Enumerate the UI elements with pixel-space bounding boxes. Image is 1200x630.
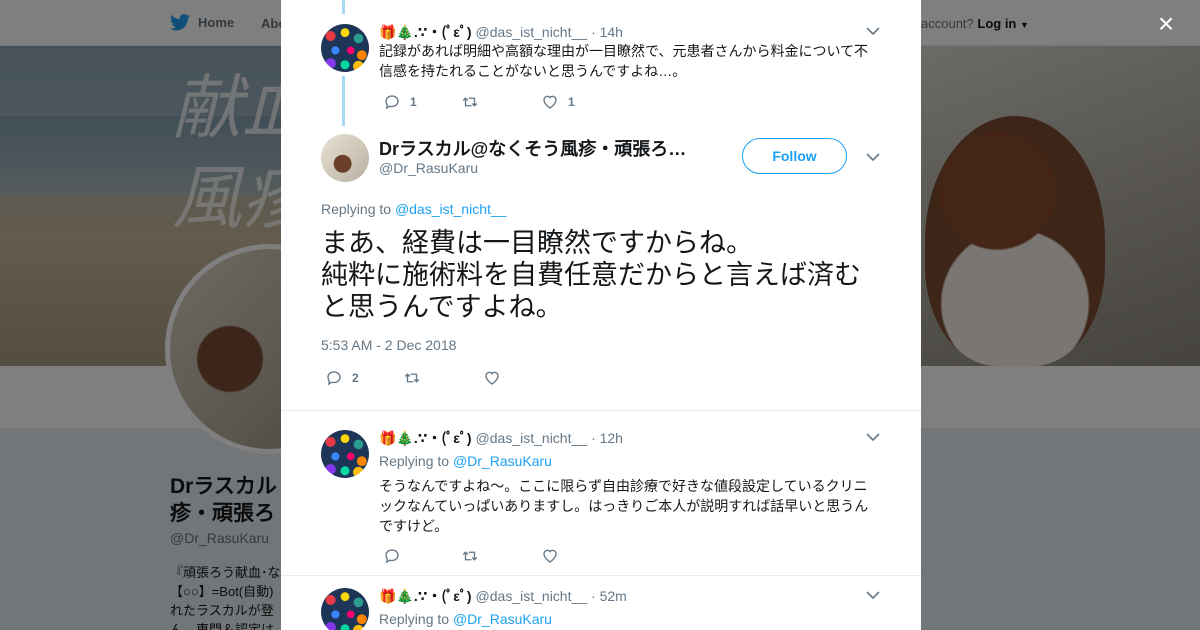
- tweet-header: 🎁🎄.∵・(ﾟεﾟ) @das_ist_nicht__ · 52m: [379, 586, 627, 606]
- tweet-author-handle[interactable]: @das_ist_nicht__: [476, 588, 588, 604]
- tweet-header: 🎁🎄.∵・(ﾟεﾟ) @das_ist_nicht__ · 12h: [379, 428, 623, 448]
- reply-button[interactable]: 2: [325, 369, 403, 387]
- reply-count: 2: [352, 371, 359, 385]
- retweet-icon: [404, 373, 420, 383]
- tweet-author-name[interactable]: 🎁🎄.∵・(ﾟεﾟ): [379, 586, 472, 606]
- close-icon[interactable]: ×: [1153, 10, 1179, 38]
- replying-to: Replying to @Dr_RasuKaru: [379, 453, 552, 469]
- chevron-down-icon[interactable]: [865, 149, 881, 165]
- tweet-text: そうなんですよね～。ここに限らず自由診療で好きな値段設定しているクリニックなんて…: [379, 478, 869, 534]
- replying-prefix: Replying to: [379, 611, 450, 627]
- chevron-down-icon[interactable]: [865, 429, 881, 445]
- avatar[interactable]: [321, 134, 369, 182]
- tweet-author-handle[interactable]: @das_ist_nicht__: [476, 430, 588, 446]
- tweet-modal: 🎁🎄.∵・(ﾟεﾟ) @das_ist_nicht__ · 14h 記録があれば…: [281, 0, 921, 630]
- follow-button[interactable]: Follow: [742, 138, 847, 174]
- retweet-button[interactable]: [403, 369, 483, 387]
- replying-prefix: Replying to: [321, 201, 392, 217]
- like-button[interactable]: [483, 369, 510, 387]
- tweet-timestamp[interactable]: · 52m: [591, 588, 627, 604]
- heart-icon: [543, 549, 557, 563]
- reply-icon: [385, 549, 399, 564]
- tweet-reply[interactable]: 🎁🎄.∵・(ﾟεﾟ) @das_ist_nicht__ · 12h Replyi…: [281, 410, 921, 575]
- replying-to: Replying to @das_ist_nicht__: [321, 201, 506, 217]
- tweet-main: Drラスカル@なくそう風疹・頑張ろ… @Dr_RasuKaru Follow R…: [281, 0, 921, 410]
- replying-prefix: Replying to: [379, 453, 450, 469]
- retweet-button[interactable]: [461, 547, 541, 565]
- replying-to: Replying to @Dr_RasuKaru: [379, 611, 552, 627]
- tweet-text: まあ、経費は一目瞭然ですからね。 純粋に施術料を自費任意だからと言えば済むと思う…: [321, 228, 861, 322]
- replying-to-link[interactable]: @Dr_RasuKaru: [453, 453, 552, 469]
- tweet-actions: 2: [325, 369, 510, 387]
- replying-to-link[interactable]: @das_ist_nicht__: [395, 201, 507, 217]
- tweet-timestamp[interactable]: · 12h: [591, 430, 623, 446]
- replying-to-link[interactable]: @Dr_RasuKaru: [453, 611, 552, 627]
- avatar[interactable]: [321, 430, 369, 478]
- chevron-down-icon[interactable]: [865, 587, 881, 603]
- tweet-date[interactable]: 5:53 AM - 2 Dec 2018: [321, 337, 456, 353]
- reply-button[interactable]: [383, 547, 461, 565]
- tweet-author-name[interactable]: 🎁🎄.∵・(ﾟεﾟ): [379, 428, 472, 448]
- retweet-icon: [462, 551, 478, 561]
- heart-icon: [485, 371, 499, 385]
- tweet-actions: [383, 547, 568, 565]
- tweet-reply[interactable]: 🎁🎄.∵・(ﾟεﾟ) @das_ist_nicht__ · 52m Replyi…: [281, 576, 921, 630]
- reply-icon: [327, 371, 341, 386]
- like-button[interactable]: [541, 547, 568, 565]
- tweet-author-name[interactable]: Drラスカル@なくそう風疹・頑張ろ…: [379, 135, 699, 161]
- avatar[interactable]: [321, 588, 369, 630]
- tweet-author-handle[interactable]: @Dr_RasuKaru: [379, 160, 478, 176]
